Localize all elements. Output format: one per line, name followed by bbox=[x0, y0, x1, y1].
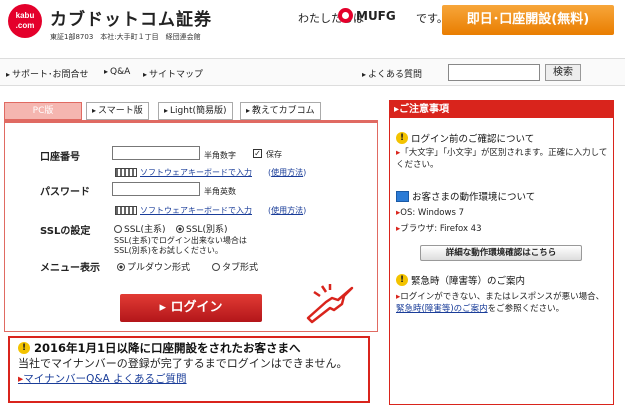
arrow-icon: ▸ bbox=[164, 106, 169, 115]
password-input[interactable] bbox=[112, 182, 200, 196]
company-address: 東証1部8703 本社:大手町１丁目 経団連会館 bbox=[50, 33, 201, 41]
usage-link-account[interactable]: (使用方法) bbox=[268, 167, 306, 178]
account-input[interactable] bbox=[112, 146, 200, 160]
env-os: ▸OS: Windows 7 bbox=[396, 208, 464, 218]
ssl-label: SSLの設定 bbox=[40, 226, 91, 237]
kabucom-logo[interactable]: kabu .com bbox=[8, 4, 42, 38]
menu-label: メニュー表示 bbox=[40, 263, 100, 274]
environment-title: お客さまの動作環境について bbox=[396, 189, 535, 203]
warning-icon: ! bbox=[396, 132, 408, 144]
account-label: 口座番号 bbox=[40, 152, 80, 163]
tab-pc[interactable]: PC版 bbox=[4, 102, 82, 120]
computer-icon bbox=[396, 190, 409, 202]
nav-support[interactable]: サポート･お問合せ bbox=[6, 67, 89, 80]
login-button[interactable]: ▸ ログイン bbox=[120, 294, 262, 322]
radio-selected-icon bbox=[176, 225, 184, 233]
search-input[interactable] bbox=[448, 64, 540, 81]
account-hint: 半角数字 bbox=[204, 151, 236, 160]
keyboard-icon bbox=[115, 206, 137, 215]
ssl-main-radio[interactable]: SSL(主系) bbox=[114, 222, 165, 235]
tab-oshiete[interactable]: ▸ 教えてカブコム bbox=[240, 102, 321, 120]
tab-light[interactable]: ▸ Light(簡易版) bbox=[158, 102, 233, 120]
keyboard-link-account[interactable]: ソフトウェアキーボードで入力 bbox=[115, 167, 252, 178]
keyboard-icon bbox=[115, 168, 137, 177]
mynumber-faq-link[interactable]: ▸マイナンバーQ&A よくあるご質問 bbox=[18, 371, 360, 386]
brand-name: カブドットコム証券 bbox=[50, 10, 212, 30]
warning-icon: ! bbox=[18, 342, 30, 354]
mynumber-notice: ! 2016年1月1日以降に口座開設をされたお客さまへ 当社でマイナンバーの登録… bbox=[8, 336, 370, 403]
password-label: パスワード bbox=[40, 187, 90, 198]
save-checkbox[interactable]: ✓ bbox=[253, 149, 262, 158]
menu-pulldown-radio[interactable]: プルダウン形式 bbox=[117, 260, 190, 273]
mufg-mark-icon bbox=[338, 8, 353, 23]
search-button[interactable]: 検索 bbox=[545, 64, 581, 81]
nav-faq[interactable]: よくある質問 bbox=[362, 67, 422, 80]
caution-header: ▸ご注意事項 bbox=[390, 101, 613, 118]
radio-icon bbox=[114, 225, 122, 233]
arrow-icon: ▸ bbox=[92, 106, 97, 115]
header: kabu .com カブドットコム証券 東証1部8703 本社:大手町１丁目 経… bbox=[0, 0, 625, 58]
password-hint: 半角英数 bbox=[204, 187, 236, 196]
case-sensitive-note: ▸「大文字」「小文字」が区別されます。正確に入力してください。 bbox=[396, 148, 608, 170]
ssl-alt-radio[interactable]: SSL(別系) bbox=[176, 222, 227, 235]
warning-icon: ! bbox=[396, 274, 408, 286]
notice-title: 2016年1月1日以降に口座開設をされたお客さまへ bbox=[34, 341, 301, 355]
save-label: 保存 bbox=[266, 150, 282, 159]
mufg-logo: MUFG bbox=[338, 8, 396, 23]
emergency-guide-link[interactable]: 緊急時(障害等)のご案内 bbox=[396, 304, 488, 314]
arrow-icon: ▸ bbox=[246, 106, 251, 115]
emergency-note: ▸ログインができない、またはレスポンスが悪い場合、緊急時(障害等)のご案内をご参… bbox=[396, 292, 605, 314]
notice-body: 当社でマイナンバーの登録が完了するまでログインはできません。 bbox=[18, 357, 348, 370]
nav-sitemap[interactable]: サイトマップ bbox=[143, 67, 203, 80]
login-check-title: ! ログイン前のご確認について bbox=[396, 131, 534, 145]
tab-smart[interactable]: ▸ スマート版 bbox=[86, 102, 149, 120]
open-account-button[interactable]: 即日･口座開設(無料) bbox=[442, 5, 614, 35]
menu-tab-radio[interactable]: タブ形式 bbox=[212, 260, 258, 273]
navbar: サポート･お問合せ Q&A サイトマップ よくある質問 検索 bbox=[0, 58, 625, 86]
environment-check-button[interactable]: 詳細な動作環境確認はこちら bbox=[420, 245, 582, 261]
ssl-note-2: SSL(別系)をお試しください。 bbox=[114, 246, 223, 255]
emergency-title: ! 緊急時（障害等）のご案内 bbox=[396, 273, 525, 287]
nav-qa[interactable]: Q&A bbox=[104, 67, 130, 77]
env-browser: ▸ブラウザ: Firefox 43 bbox=[396, 224, 482, 234]
radio-icon bbox=[212, 263, 220, 271]
usage-link-password[interactable]: (使用方法) bbox=[268, 205, 306, 216]
keyboard-link-password[interactable]: ソフトウェアキーボードで入力 bbox=[115, 205, 252, 216]
pointing-hand-icon bbox=[306, 284, 354, 324]
radio-selected-icon bbox=[117, 263, 125, 271]
caution-panel: ▸ご注意事項 ! ログイン前のご確認について ▸「大文字」「小文字」が区別されま… bbox=[389, 100, 614, 405]
